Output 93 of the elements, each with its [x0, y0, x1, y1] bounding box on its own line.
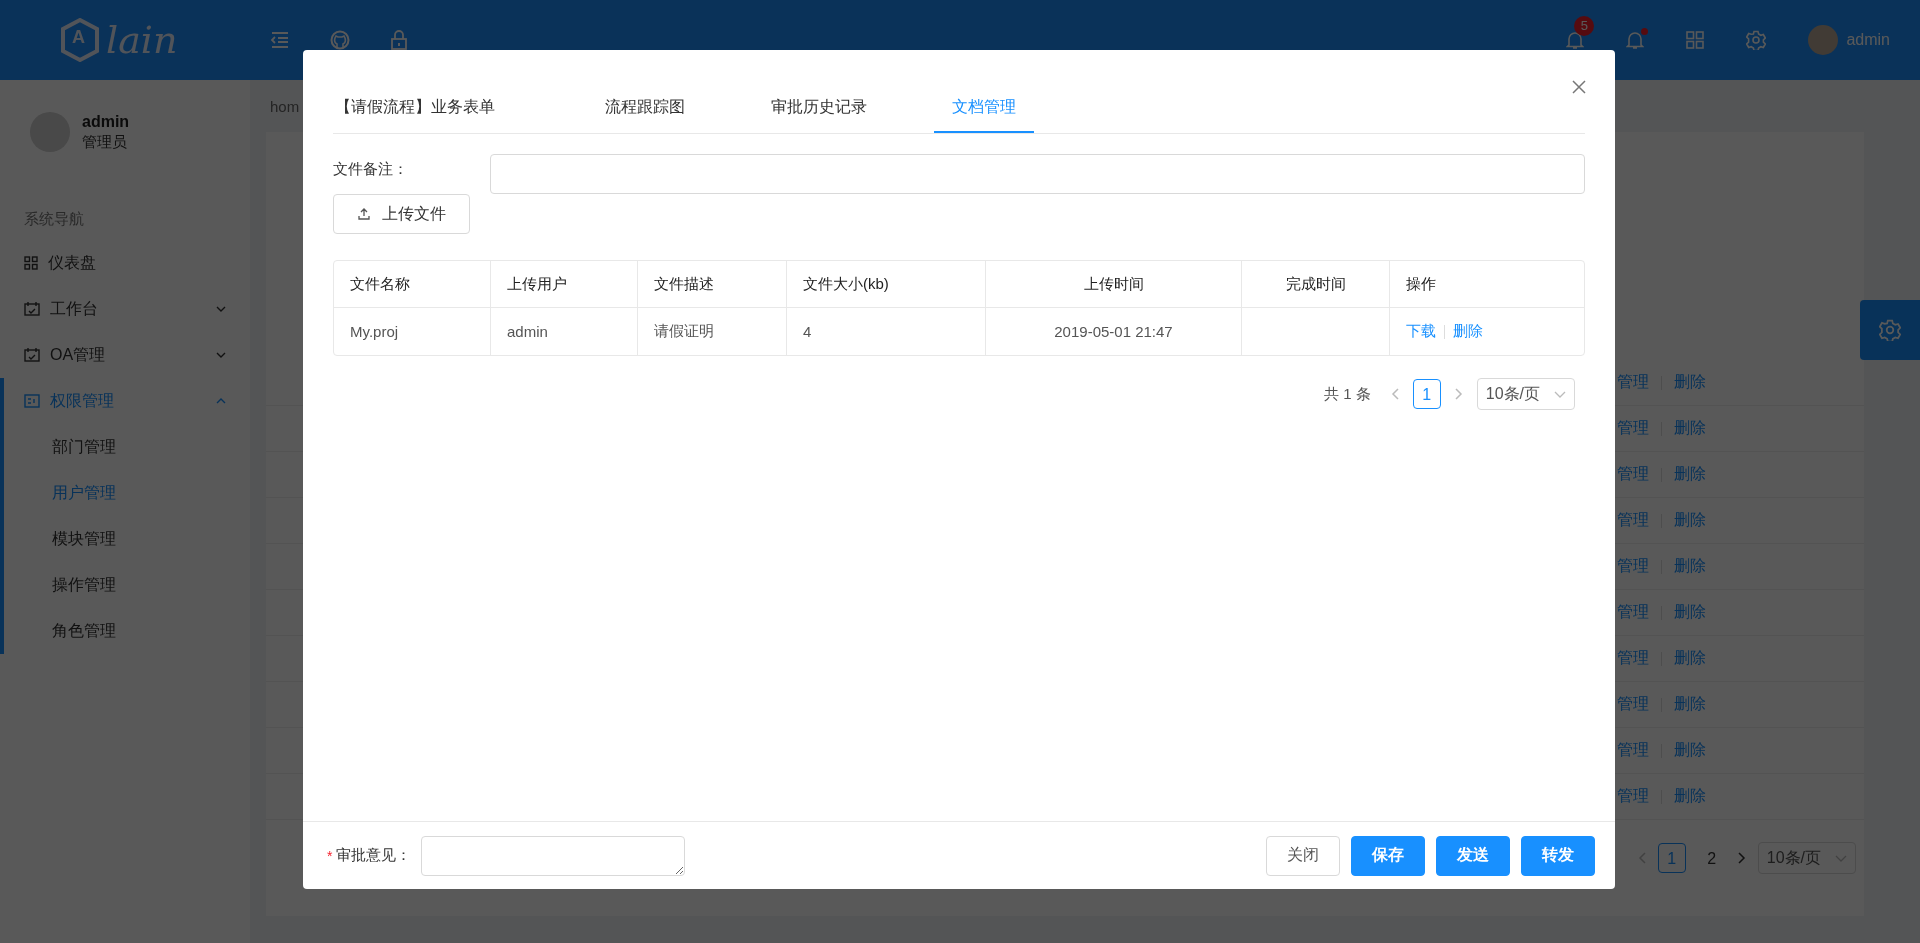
- row-action-link[interactable]: 删除: [1453, 322, 1483, 341]
- user-name[interactable]: admin: [1846, 31, 1890, 49]
- github-icon[interactable]: [330, 30, 350, 50]
- page-number[interactable]: 1: [1657, 843, 1686, 873]
- nav-submenu-item[interactable]: 角色管理: [4, 608, 250, 654]
- notification-count-badge: 5: [1574, 16, 1595, 36]
- nav-menu-item[interactable]: 权限管理: [4, 378, 250, 424]
- page-number[interactable]: 1: [1412, 379, 1441, 409]
- dialog-button[interactable]: 关闭: [1266, 835, 1340, 876]
- caret-down-icon: [1835, 854, 1847, 862]
- total-count: 共 1 条: [1324, 384, 1371, 404]
- page-size-select[interactable]: 10条/页: [1757, 842, 1856, 874]
- column-header: 文件大小(kb): [787, 261, 986, 308]
- row-action-link[interactable]: 删除: [1674, 464, 1706, 485]
- tab[interactable]: 文档管理: [934, 83, 1034, 133]
- settings-icon[interactable]: [1746, 30, 1767, 50]
- column-header: 上传用户: [491, 261, 638, 308]
- row-action-link[interactable]: 管理: [1617, 510, 1649, 531]
- previous-page-icon[interactable]: [1390, 388, 1399, 400]
- bell-icon[interactable]: [1626, 30, 1645, 50]
- table-cell: 2019-05-01 21:47: [986, 308, 1242, 355]
- hexagon-logo-icon: [60, 18, 100, 62]
- column-header: 上传时间: [986, 261, 1242, 308]
- opinion-text-area[interactable]: [421, 835, 686, 876]
- upload-button[interactable]: 上传文件: [333, 194, 470, 234]
- row-action-link[interactable]: 删除: [1674, 372, 1706, 393]
- row-action-link[interactable]: 管理: [1617, 786, 1649, 807]
- upload-icon: [357, 208, 370, 220]
- field-label: 文件备注：: [333, 159, 409, 179]
- user-avatar[interactable]: [1808, 25, 1839, 55]
- next-page-icon[interactable]: [1454, 388, 1463, 400]
- page-size-select[interactable]: 10条/页: [1476, 378, 1575, 410]
- app-grid-icon[interactable]: [1686, 31, 1705, 49]
- column-header: 完成时间: [1242, 261, 1390, 308]
- calendar-icon: [24, 302, 40, 316]
- logo[interactable]: A lain: [0, 10, 250, 70]
- table-cell: admin: [491, 308, 638, 355]
- row-action-link[interactable]: 删除: [1674, 510, 1706, 531]
- tab[interactable]: 流程跟踪图: [603, 83, 687, 133]
- tab[interactable]: 【请假流程】业务表单: [333, 83, 497, 133]
- table-cell: My.proj: [334, 308, 491, 355]
- logo-letter: A: [72, 27, 85, 48]
- caret-down-icon: [1554, 390, 1566, 398]
- nav-submenu-item[interactable]: 部门管理: [4, 424, 250, 470]
- row-action-link[interactable]: 管理: [1617, 556, 1649, 577]
- row-action-link[interactable]: 管理: [1617, 648, 1649, 669]
- user-name: admin: [82, 112, 130, 131]
- dialog-button[interactable]: 发送: [1436, 835, 1510, 876]
- column-header: 操作: [1390, 261, 1584, 308]
- logo-text: lain: [106, 18, 178, 62]
- row-action-link[interactable]: 删除: [1674, 648, 1706, 669]
- settings-icon: [1879, 319, 1901, 341]
- dialog-button[interactable]: 转发: [1521, 835, 1595, 876]
- tab[interactable]: 审批历史记录: [769, 83, 869, 133]
- column-header: 文件名称: [334, 261, 491, 308]
- row-action-link[interactable]: 删除: [1674, 418, 1706, 439]
- previous-page-icon[interactable]: [1637, 852, 1646, 864]
- user-role: 管理员: [82, 132, 128, 152]
- dialog-button[interactable]: 保存: [1351, 835, 1425, 876]
- row-action-link[interactable]: 删除: [1674, 602, 1706, 623]
- next-page-icon[interactable]: [1737, 852, 1746, 864]
- calendar-icon: [24, 348, 40, 362]
- lock-icon[interactable]: [390, 30, 408, 50]
- field-label: 审批意见：: [336, 846, 412, 865]
- row-action-link[interactable]: 删除: [1674, 786, 1706, 807]
- row-action-link[interactable]: 管理: [1617, 694, 1649, 715]
- nav-submenu-item[interactable]: 用户管理: [4, 470, 250, 516]
- row-action-link[interactable]: 管理: [1617, 602, 1649, 623]
- note-input-field[interactable]: [490, 154, 1585, 194]
- row-action-link[interactable]: 删除: [1674, 556, 1706, 577]
- table-cell: 请假证明: [638, 308, 787, 355]
- settings-drawer-button[interactable]: [1860, 300, 1920, 360]
- nav-menu-item[interactable]: OA管理: [4, 332, 250, 378]
- table-cell: 4: [787, 308, 986, 355]
- row-action-link[interactable]: 删除: [1674, 694, 1706, 715]
- column-header: 文件描述: [638, 261, 787, 308]
- row-action-link[interactable]: 删除: [1674, 740, 1706, 761]
- row-action-link[interactable]: 管理: [1617, 464, 1649, 485]
- bell-icon[interactable]: [1566, 30, 1585, 50]
- nav-submenu-item[interactable]: 模块管理: [4, 516, 250, 562]
- row-action-link[interactable]: 下载: [1406, 322, 1436, 341]
- nav-menu-item[interactable]: 仪表盘: [4, 240, 250, 286]
- row-action-link[interactable]: 管理: [1617, 418, 1649, 439]
- grid-icon: [24, 256, 38, 270]
- id-card-icon: [24, 394, 40, 408]
- nav-menu-item[interactable]: 工作台: [4, 286, 250, 332]
- nav-submenu-item[interactable]: 操作管理: [4, 562, 250, 608]
- row-action-link[interactable]: 管理: [1617, 740, 1649, 761]
- required-asterisk: *: [327, 847, 333, 864]
- row-action-link[interactable]: 管理: [1617, 372, 1649, 393]
- page-number[interactable]: 2: [1697, 843, 1726, 873]
- menu-fold-icon[interactable]: [270, 32, 290, 48]
- close-icon[interactable]: [1572, 80, 1586, 94]
